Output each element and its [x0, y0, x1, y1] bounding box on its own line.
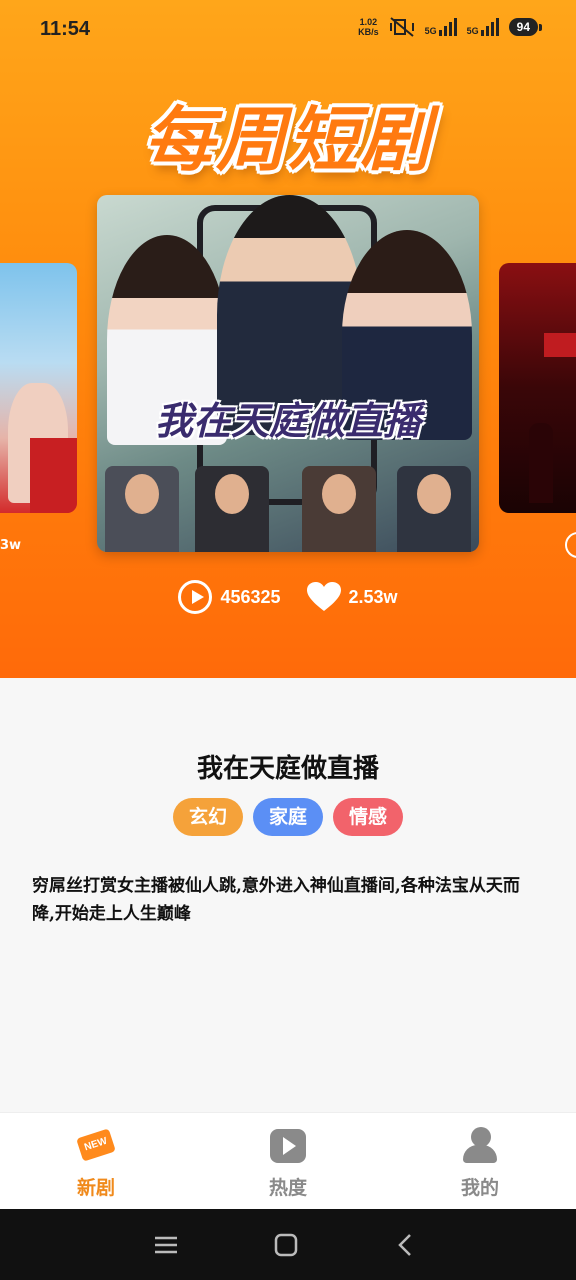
- heart-icon: [306, 582, 341, 611]
- tag-list: 玄幻 家庭 情感: [0, 798, 576, 836]
- play-count: 456325: [178, 580, 281, 614]
- drama-title: 我在天庭做直播: [196, 754, 379, 784]
- prev-card-stat: 3w: [0, 538, 22, 553]
- prev-poster-red-block: [30, 438, 77, 513]
- carousel-card-prev[interactable]: [0, 263, 77, 513]
- system-nav-bar: [0, 1209, 576, 1280]
- tab-trending[interactable]: 热度: [192, 1113, 384, 1210]
- tab-label-trending: 热度: [268, 1177, 307, 1199]
- signal-1: 5G: [425, 18, 457, 36]
- next-card-play-icon: [565, 532, 576, 558]
- tab-label-new: 新剧: [76, 1177, 115, 1199]
- stats-row: 456325 2.53w: [0, 580, 576, 614]
- signal-1-bars-icon: [438, 18, 457, 36]
- poster-face-1: [105, 466, 179, 552]
- tab-new-dramas[interactable]: NEW 新剧: [0, 1113, 192, 1210]
- new-badge-icon: NEW: [76, 1127, 116, 1165]
- bottom-tab-bar: NEW 新剧 热度 我的: [0, 1112, 576, 1210]
- poster-title: 我在天庭做直播: [154, 399, 421, 443]
- drama-detail: 我在天庭做直播 玄幻 家庭 情感 穷屌丝打赏女主播被仙人跳,意外进入神仙直播间,…: [0, 678, 576, 1112]
- like-count[interactable]: 2.53w: [306, 582, 398, 612]
- banner-title: 每周短剧: [144, 99, 432, 181]
- video-play-icon: [269, 1127, 307, 1165]
- status-bar: 11:54 1.02 KB/s 5G 5G 94: [0, 0, 576, 62]
- drama-description: 穷屌丝打赏女主播被仙人跳,意外进入神仙直播间,各种法宝从天而降,开始走上人生巅峰: [32, 876, 520, 924]
- status-icons: 1.02 KB/s 5G 5G 94: [358, 16, 543, 38]
- poster-face-3: [302, 466, 376, 552]
- tag-chip[interactable]: 情感: [333, 798, 404, 836]
- signal-2: 5G: [467, 18, 499, 36]
- new-badge-text: NEW: [76, 1128, 116, 1162]
- signal-2-label: 5G: [466, 26, 479, 36]
- carousel-card-main[interactable]: 我在天庭做直播: [97, 195, 479, 552]
- tag-chip[interactable]: 玄幻: [172, 798, 243, 836]
- network-speed-value: 1.02: [359, 17, 378, 27]
- signal-1-label: 5G: [424, 26, 437, 36]
- next-poster-figure: [529, 423, 553, 503]
- tab-profile[interactable]: 我的: [384, 1113, 576, 1210]
- battery-indicator: 94: [508, 18, 543, 36]
- tag-chip[interactable]: 家庭: [252, 798, 323, 836]
- next-poster-red-text: [544, 333, 576, 357]
- play-count-value: 456325: [220, 586, 281, 607]
- hero-section: 11:54 1.02 KB/s 5G 5G 94 每周短剧 3w 我在天庭做直播…: [0, 0, 576, 678]
- back-icon[interactable]: [392, 1231, 420, 1259]
- carousel-card-next[interactable]: [499, 263, 576, 513]
- mute-vibrate-icon: [389, 17, 414, 37]
- menu-icon[interactable]: [152, 1231, 180, 1259]
- like-count-value: 2.53w: [348, 586, 398, 607]
- signal-2-bars-icon: [480, 18, 499, 36]
- home-icon[interactable]: [272, 1231, 300, 1259]
- user-icon: [461, 1127, 499, 1165]
- tab-label-profile: 我的: [460, 1177, 499, 1199]
- status-time: 11:54: [40, 18, 91, 40]
- poster-face-2: [195, 466, 269, 552]
- poster-face-4: [397, 466, 471, 552]
- network-speed-unit: KB/s: [358, 27, 379, 37]
- play-icon: [178, 580, 213, 614]
- network-speed: 1.02 KB/s: [358, 17, 379, 37]
